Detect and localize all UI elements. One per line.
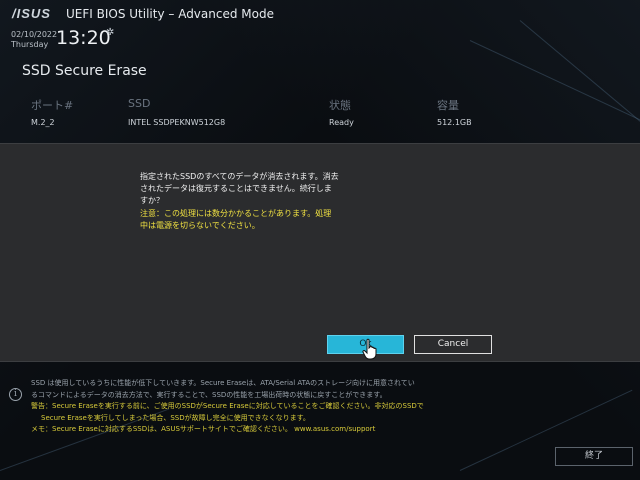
date-display: 02/10/2022 Thursday	[11, 30, 57, 50]
cell-port: M.2_2	[31, 118, 55, 127]
date-text: 02/10/2022	[11, 30, 58, 39]
column-header-status: 状態	[329, 99, 351, 112]
info-memo-line: メモ：Secure Eraseに対応するSSDは、ASUSサポートサイトでご確認…	[31, 425, 376, 433]
clock[interactable]: 13:20	[56, 27, 111, 49]
cell-status: Ready	[329, 118, 354, 127]
dialog-warning-line: 注意：この処理には数分かかることがあります。処理	[140, 209, 332, 218]
asus-logo: /ISUS	[12, 6, 51, 21]
info-warning-line: 警告：Secure Eraseを実行する前に、ご使用のSSDがSecure Er…	[31, 402, 424, 410]
column-header-capacity: 容量	[437, 99, 459, 112]
hand-cursor-icon	[362, 338, 377, 360]
dialog-message: 指定されたSSDのすべてのデータが消去されます。消去 されたデータは復元すること…	[140, 171, 370, 207]
info-line: るコマンドによるデータの消去方法で、実行することで、SSDの性能を工場出荷時の状…	[31, 390, 387, 399]
info-line: SSD は使用しているうちに性能が低下していきます。Secure Eraseは、…	[31, 379, 415, 387]
dialog-warning-line: 中は電源を切らないでください。	[140, 221, 260, 230]
dialog-warning: 注意：この処理には数分かかることがあります。処理 中は電源を切らないでください。	[140, 208, 370, 232]
info-warning-line: Secure Eraseを実行してしまった場合、SSDが故障し完全に使用できなく…	[41, 413, 310, 422]
page-title: SSD Secure Erase	[22, 63, 147, 79]
weekday-text: Thursday	[11, 40, 49, 49]
dialog-message-line: されたデータは復元することはできません。続行しま	[140, 184, 332, 193]
dialog-message-line: すか？	[140, 196, 164, 205]
gear-icon[interactable]: ✲	[106, 27, 114, 38]
app-title: UEFI BIOS Utility – Advanced Mode	[66, 7, 274, 21]
column-header-ssd: SSD	[128, 97, 151, 110]
cancel-button[interactable]: Cancel	[414, 335, 492, 354]
dialog-message-line: 指定されたSSDのすべてのデータが消去されます。消去	[140, 172, 339, 181]
cell-ssd-model: INTEL SSDPEKNW512G8	[128, 118, 226, 127]
column-header-port: ポート#	[31, 99, 74, 112]
exit-button[interactable]: 終了	[555, 447, 633, 466]
info-icon: i	[9, 388, 22, 401]
cell-capacity: 512.1GB	[437, 118, 472, 127]
help-info-text: SSD は使用しているうちに性能が低下していきます。Secure Eraseは、…	[31, 378, 486, 436]
